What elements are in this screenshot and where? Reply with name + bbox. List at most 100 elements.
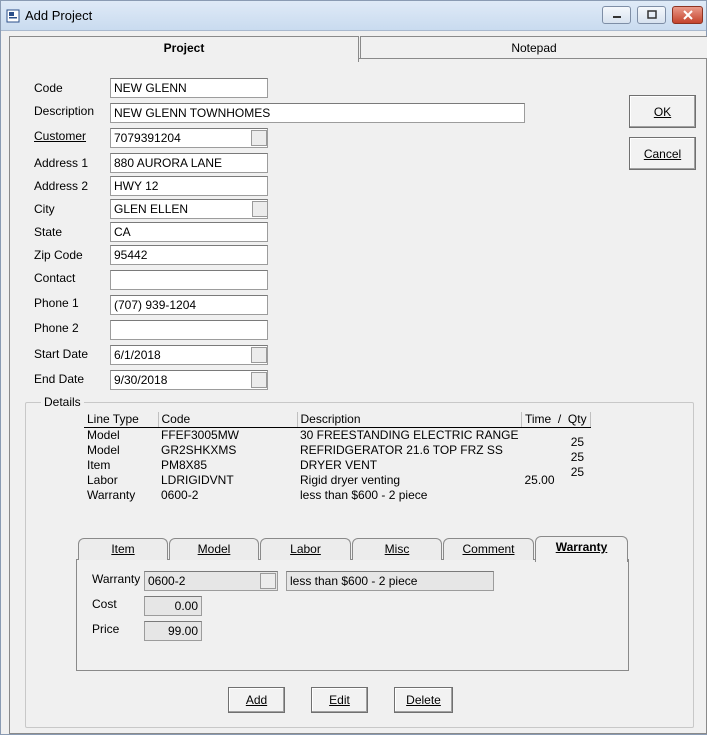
subtab-item-label: Item xyxy=(111,542,135,556)
row-time-qty: 25 xyxy=(521,427,590,449)
table-row[interactable]: Labor LDRIGIDVNT Rigid dryer venting 25.… xyxy=(84,472,590,487)
end-date-label: End Date xyxy=(34,372,85,386)
row-description: Rigid dryer venting xyxy=(300,472,401,487)
window-title: Add Project xyxy=(25,8,93,23)
city-lookup-button[interactable] xyxy=(252,201,268,217)
cost-field: 0.00 xyxy=(144,596,202,616)
address2-field[interactable]: HWY 12 xyxy=(110,176,268,196)
row-line-type: Labor xyxy=(87,472,118,487)
col-time-qty[interactable]: Time / Qty xyxy=(521,412,591,428)
phone1-label: Phone 1 xyxy=(34,296,79,310)
code-field[interactable]: NEW GLENN xyxy=(110,78,268,98)
add-line-label: Add xyxy=(245,693,268,707)
subtab-warranty[interactable]: Warranty xyxy=(535,536,628,562)
city-label: City xyxy=(34,202,55,216)
price-label: Price xyxy=(92,622,120,636)
state-field[interactable]: CA xyxy=(110,222,268,242)
start-date-label: Start Date xyxy=(34,347,89,361)
row-line-type: Model xyxy=(87,427,120,442)
close-icon xyxy=(682,10,693,20)
row-time-qty: 25 xyxy=(521,457,590,479)
row-time-qty: 25 xyxy=(521,442,590,464)
warranty-label: Warranty xyxy=(92,572,141,586)
start-date-field[interactable]: 6/1/2018 xyxy=(110,345,268,365)
address1-field[interactable]: 880 AURORA LANE xyxy=(110,153,268,173)
customer-lookup-button[interactable] xyxy=(251,130,267,146)
tab-notepad[interactable]: Notepad xyxy=(360,36,707,60)
col-line-type[interactable]: Line Type xyxy=(84,412,159,428)
details-table[interactable]: Line Type Code Description Time / Qty Mo… xyxy=(84,412,591,502)
row-code: FFEF3005MW xyxy=(161,427,240,442)
ok-button-label: OK xyxy=(653,104,672,119)
row-line-type: Model xyxy=(87,442,120,457)
row-description: REFRIDGERATOR 21.6 TOP FRZ SS xyxy=(300,442,503,457)
subtab-comment[interactable]: Comment xyxy=(443,538,534,560)
contact-field[interactable] xyxy=(110,270,268,290)
delete-line-button[interactable]: Delete xyxy=(394,687,453,713)
phone2-label: Phone 2 xyxy=(34,321,79,335)
details-title: Details xyxy=(41,395,84,409)
row-time-qty: 25.00 xyxy=(521,472,590,487)
row-code: 0600-2 xyxy=(161,487,199,502)
row-code: PM8X85 xyxy=(161,457,208,472)
row-line-type: Item xyxy=(87,457,111,472)
subtab-model[interactable]: Model xyxy=(169,538,259,560)
close-button[interactable] xyxy=(672,6,703,24)
table-row[interactable]: Item PM8X85 DRYER VENT 25 xyxy=(84,457,590,479)
row-code: GR2SHKXMS xyxy=(161,442,237,457)
zip-field[interactable]: 95442 xyxy=(110,245,268,265)
details-header-row: Line Type Code Description Time / Qty xyxy=(84,412,591,428)
warranty-description-field: less than $600 - 2 piece xyxy=(286,571,494,591)
end-date-picker-button[interactable] xyxy=(251,372,267,388)
delete-line-label: Delete xyxy=(406,693,441,707)
table-row[interactable]: Model FFEF3005MW 30 FREESTANDING ELECTRI… xyxy=(84,427,590,449)
customer-link[interactable]: Customer xyxy=(34,129,86,143)
title-bar[interactable]: Add Project xyxy=(1,1,706,31)
minimize-icon xyxy=(612,16,621,18)
subtab-labor-label: Labor xyxy=(290,542,321,556)
zip-label: Zip Code xyxy=(34,248,83,262)
col-separator: / xyxy=(557,412,562,427)
price-field[interactable]: 99.00 xyxy=(144,621,202,641)
table-row[interactable]: Warranty 0600-2 less than $600 - 2 piece xyxy=(84,487,590,502)
col-code[interactable]: Code xyxy=(158,412,298,428)
city-field[interactable]: GLEN ELLEN xyxy=(110,199,268,219)
subtab-misc-label: Misc xyxy=(384,542,410,556)
maximize-button[interactable] xyxy=(637,6,666,24)
start-date-picker-button[interactable] xyxy=(251,347,267,363)
cancel-button-label: Cancel xyxy=(643,146,682,161)
add-line-button[interactable]: Add xyxy=(228,687,285,713)
description-field[interactable]: NEW GLENN TOWNHOMES xyxy=(110,103,525,123)
warranty-lookup-button[interactable] xyxy=(260,573,276,589)
subtab-labor[interactable]: Labor xyxy=(260,538,351,560)
cost-label: Cost xyxy=(92,597,117,611)
phone1-field[interactable]: (707) 939-1204 xyxy=(110,295,268,315)
subtab-misc[interactable]: Misc xyxy=(352,538,442,560)
phone2-field[interactable] xyxy=(110,320,268,340)
warranty-code-field[interactable]: 0600-2 xyxy=(144,571,278,591)
add-project-window: Add Project Project Notepad Code Descrip… xyxy=(0,0,707,735)
maximize-icon xyxy=(646,10,657,19)
contact-label: Contact xyxy=(34,271,76,285)
customer-field[interactable]: 7079391204 xyxy=(110,128,268,148)
row-description: DRYER VENT xyxy=(300,457,378,472)
table-row[interactable]: Model GR2SHKXMS REFRIDGERATOR 21.6 TOP F… xyxy=(84,442,590,464)
description-label: Description xyxy=(34,104,95,118)
address1-label: Address 1 xyxy=(34,156,89,170)
row-time-qty xyxy=(521,487,590,502)
edit-line-label: Edit xyxy=(329,693,350,707)
address2-label: Address 2 xyxy=(34,179,89,193)
tab-project[interactable]: Project xyxy=(9,36,359,62)
cancel-button[interactable]: Cancel xyxy=(629,137,696,170)
ok-button[interactable]: OK xyxy=(629,95,696,128)
minimize-button[interactable] xyxy=(602,6,631,24)
subtab-comment-label: Comment xyxy=(462,542,515,556)
col-description[interactable]: Description xyxy=(297,412,522,428)
subtab-item[interactable]: Item xyxy=(78,538,168,560)
edit-line-button[interactable]: Edit xyxy=(311,687,368,713)
col-time: Time xyxy=(524,412,552,427)
row-description: less than $600 - 2 piece xyxy=(300,487,428,502)
col-qty: Qty xyxy=(567,412,587,427)
end-date-field[interactable]: 9/30/2018 xyxy=(110,370,268,390)
row-description: 30 FREESTANDING ELECTRIC RANGE xyxy=(300,427,519,442)
